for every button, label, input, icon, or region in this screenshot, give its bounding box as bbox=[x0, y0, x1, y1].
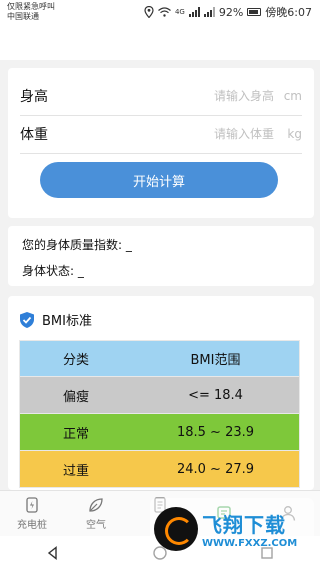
row-range: 18.5 ~ 23.9 bbox=[176, 424, 255, 440]
header-range: BMI范围 bbox=[190, 353, 241, 368]
divider bbox=[20, 153, 302, 154]
nav-item-charging[interactable]: 充电桩 bbox=[0, 491, 64, 536]
height-row: 身高 cm bbox=[20, 78, 302, 114]
watermark-logo-icon bbox=[154, 507, 198, 551]
weight-input[interactable] bbox=[80, 127, 274, 141]
battery-percent: 92% bbox=[218, 5, 244, 19]
bmi-result-text: 您的身体质量指数: _ bbox=[22, 238, 132, 252]
location-icon bbox=[144, 6, 154, 18]
row-range: 24.0 ~ 27.9 bbox=[176, 461, 255, 477]
table-row: 过重 24.0 ~ 27.9 bbox=[19, 451, 300, 488]
back-icon[interactable] bbox=[45, 545, 61, 561]
shield-check-icon bbox=[20, 311, 34, 328]
signal-2-icon bbox=[203, 7, 215, 17]
row-category: 偏瘦 bbox=[62, 389, 89, 405]
height-label: 身高 bbox=[20, 89, 48, 105]
bmi-standard-card: BMI标准 分类 BMI范围 偏瘦 <= 18.4 正常 18.5 ~ 23.9… bbox=[8, 296, 314, 490]
table-row: 正常 18.5 ~ 23.9 bbox=[19, 414, 300, 451]
start-calculate-button[interactable]: 开始计算 bbox=[40, 162, 278, 198]
battery-icon bbox=[247, 8, 262, 16]
carrier-line-1: 仅限紧急呼叫 bbox=[7, 2, 55, 11]
nav-label: 空气 bbox=[86, 520, 106, 531]
header-category: 分类 bbox=[62, 353, 89, 368]
nav-label: 充电桩 bbox=[17, 520, 47, 531]
app-header bbox=[0, 24, 320, 60]
nav-item-air[interactable]: 空气 bbox=[64, 491, 128, 536]
clock: 傍晚6:07 bbox=[265, 6, 312, 19]
bmi-standard-header: BMI标准 bbox=[18, 310, 92, 329]
weight-unit: kg bbox=[287, 127, 302, 141]
result-card: 您的身体质量指数: _ 身体状态: _ bbox=[8, 226, 314, 286]
weight-label: 体重 bbox=[20, 127, 48, 143]
status-bar: 仅限紧急呼叫 中国联通 4G 92% 傍晚6:07 bbox=[0, 0, 320, 24]
network-type: 4G bbox=[174, 8, 185, 16]
status-indicators: 4G 92% 傍晚6:07 bbox=[144, 4, 312, 20]
watermark: 飞翔下载 WWW.FXXZ.COM bbox=[150, 498, 314, 560]
table-row: 偏瘦 <= 18.4 bbox=[19, 377, 300, 414]
watermark-sub: WWW.FXXZ.COM bbox=[202, 538, 298, 549]
height-unit: cm bbox=[283, 89, 302, 103]
watermark-main: 飞翔下载 bbox=[202, 513, 286, 537]
row-range: <= 18.4 bbox=[188, 387, 243, 403]
bmi-standard-title: BMI标准 bbox=[42, 314, 92, 329]
wifi-icon bbox=[158, 7, 171, 17]
row-category: 过重 bbox=[62, 463, 89, 479]
carrier-info: 仅限紧急呼叫 中国联通 bbox=[7, 2, 55, 22]
bmi-table: 分类 BMI范围 偏瘦 <= 18.4 正常 18.5 ~ 23.9 过重 24… bbox=[19, 340, 300, 488]
signal-icon bbox=[188, 7, 200, 17]
weight-row: 体重 kg bbox=[20, 116, 302, 152]
charging-icon bbox=[26, 497, 38, 513]
input-card: 身高 cm 体重 kg 开始计算 bbox=[8, 68, 314, 218]
bmi-table-header: 分类 BMI范围 bbox=[19, 340, 300, 377]
carrier-line-2: 中国联通 bbox=[7, 12, 39, 21]
height-input[interactable] bbox=[80, 89, 274, 103]
watermark-text: 飞翔下载 WWW.FXXZ.COM bbox=[202, 509, 297, 549]
leaf-icon bbox=[89, 498, 103, 512]
row-category: 正常 bbox=[62, 426, 89, 442]
body-status-text: 身体状态: _ bbox=[22, 264, 84, 278]
